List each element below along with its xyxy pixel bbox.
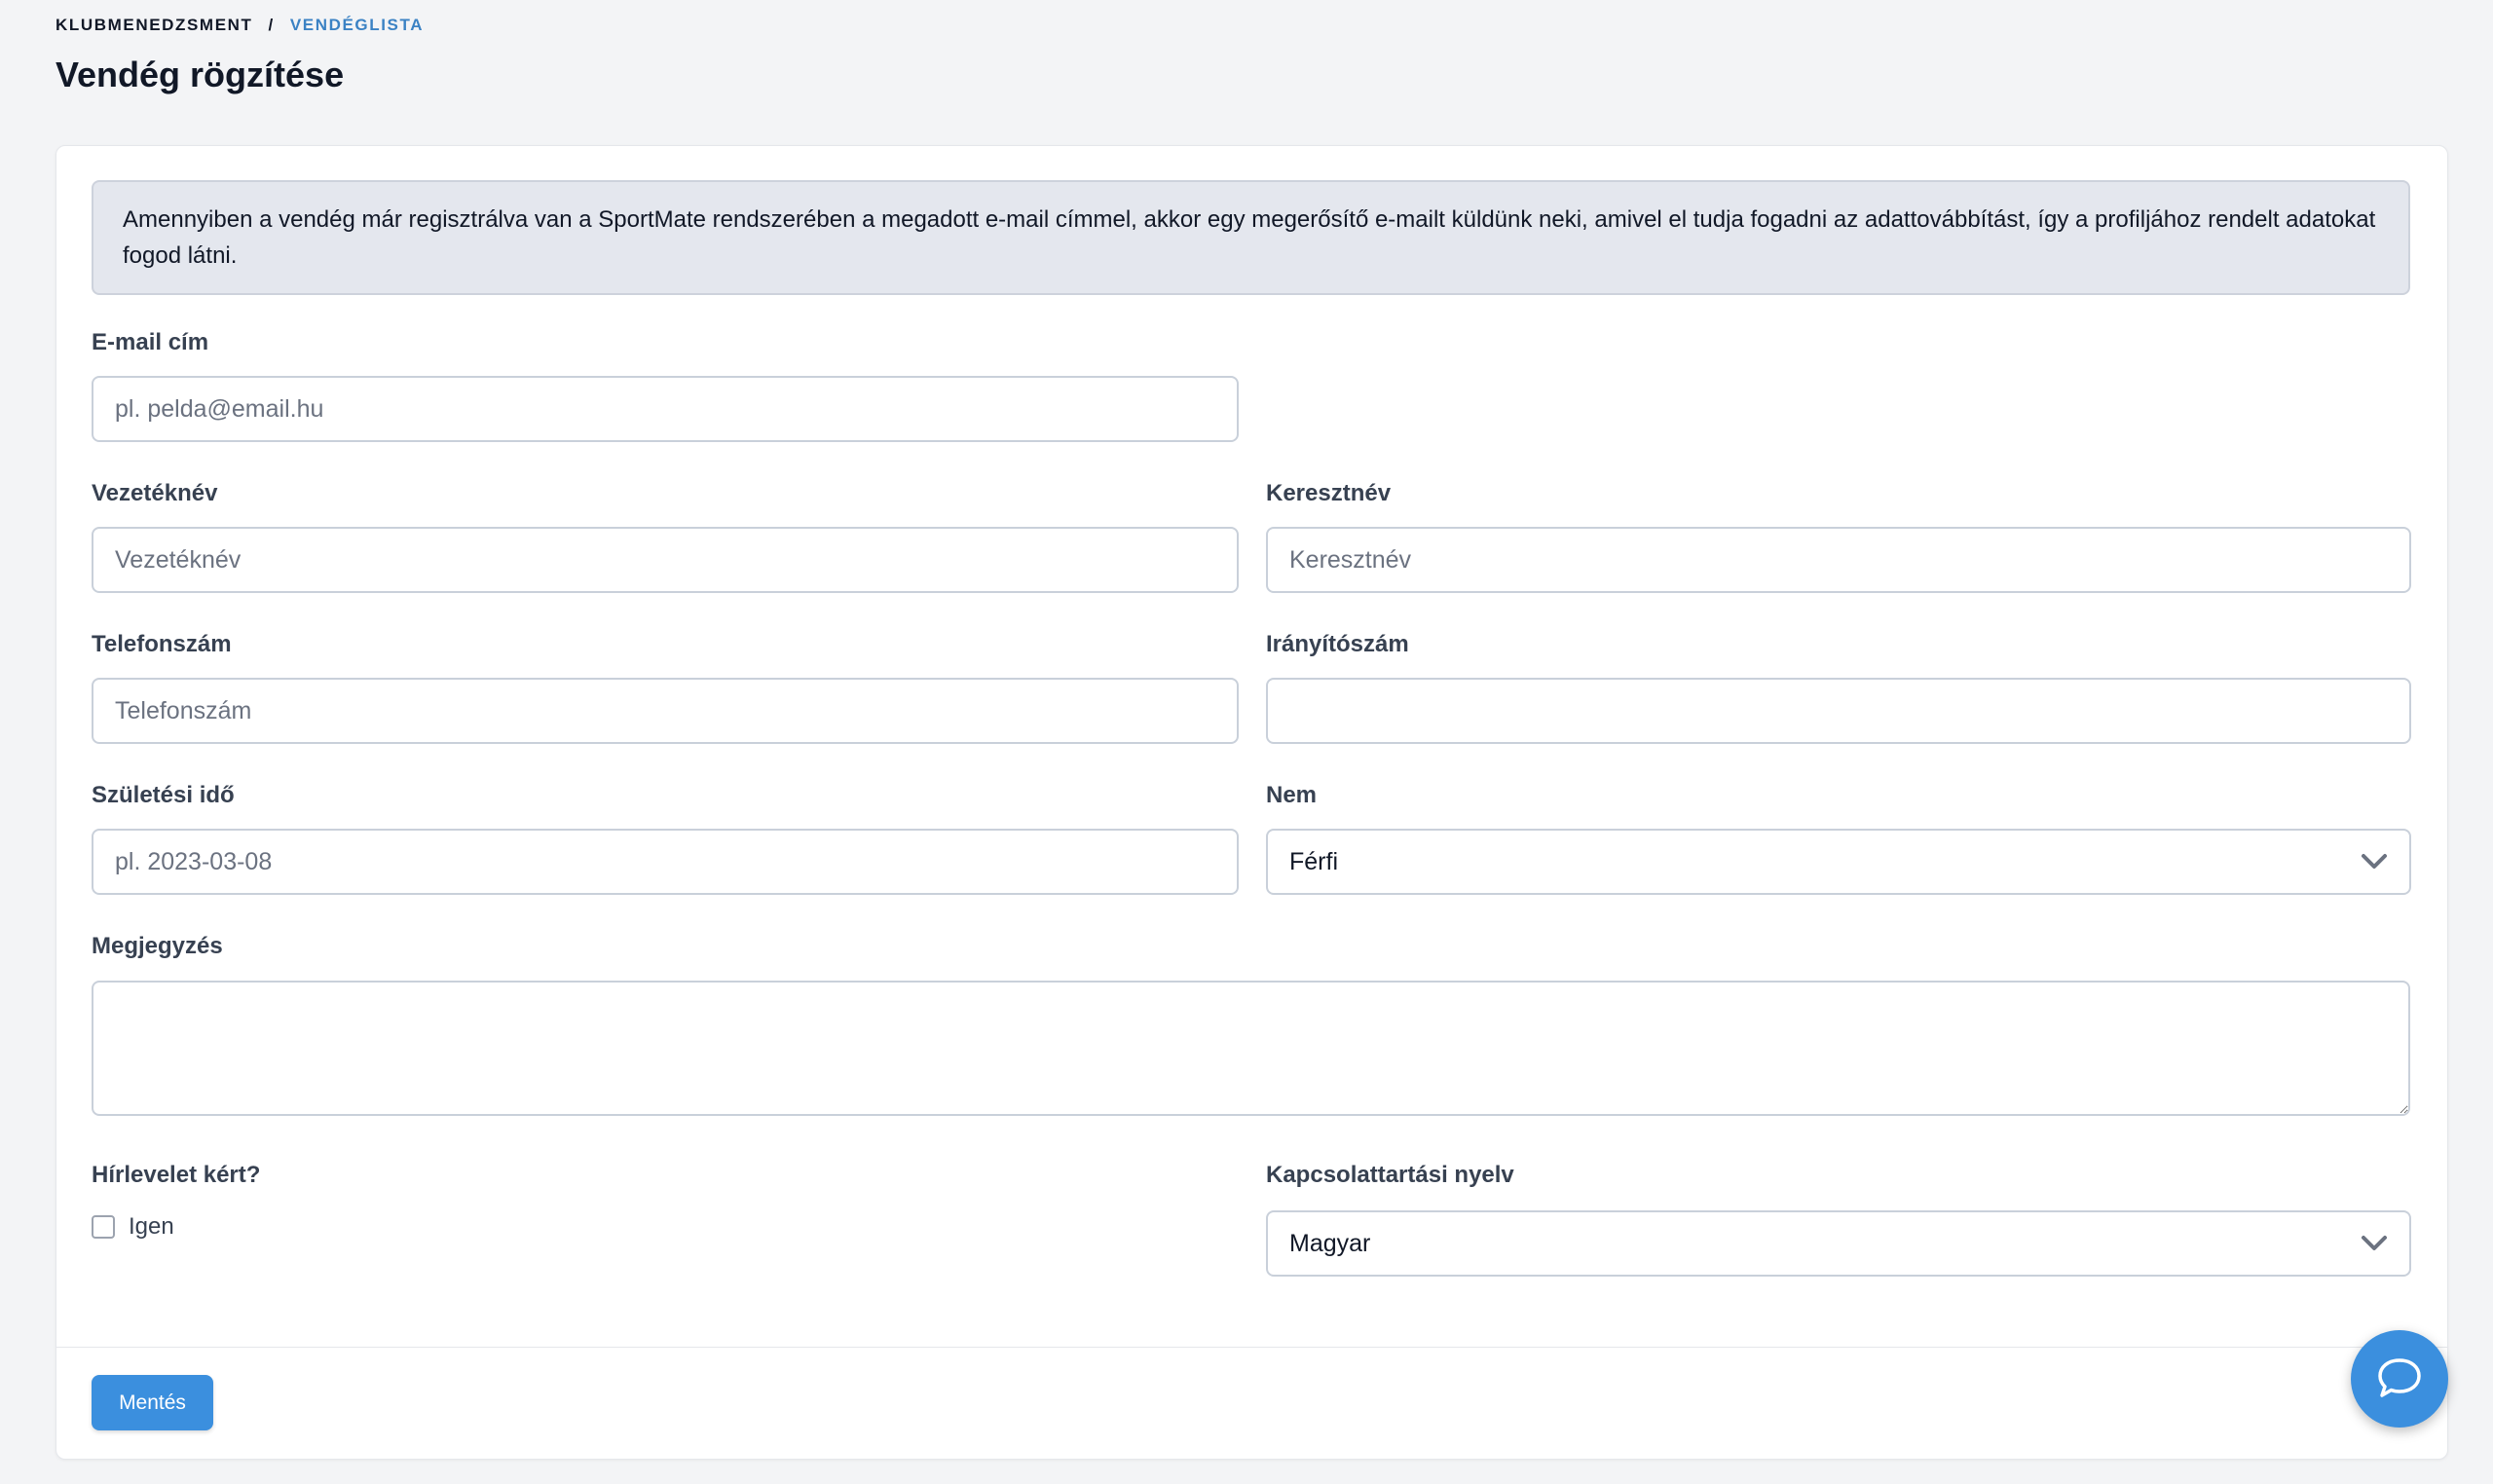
gender-label: Nem <box>1266 782 1318 808</box>
first-name-field[interactable] <box>1266 527 2411 593</box>
last-name-label: Vezetéknév <box>92 480 218 506</box>
newsletter-checkbox[interactable] <box>92 1215 115 1239</box>
breadcrumb-current[interactable]: VENDÉGLISTA <box>290 16 424 35</box>
language-selected-value: Magyar <box>1289 1229 1371 1257</box>
footer-divider <box>56 1347 2447 1348</box>
chat-bubble-icon <box>2378 1358 2421 1397</box>
guest-form-card: Amennyiben a vendég már regisztrálva van… <box>56 145 2448 1460</box>
email-field[interactable] <box>92 376 1239 442</box>
chevron-down-icon <box>2362 854 2387 869</box>
phone-field[interactable] <box>92 678 1239 744</box>
save-button[interactable]: Mentés <box>92 1375 213 1430</box>
language-select[interactable]: Magyar <box>1266 1210 2411 1277</box>
last-name-field[interactable] <box>92 527 1239 593</box>
email-label: E-mail cím <box>92 329 209 355</box>
birth-date-field[interactable] <box>92 829 1239 895</box>
breadcrumb-separator: / <box>268 16 275 34</box>
chevron-down-icon <box>2362 1236 2387 1250</box>
newsletter-label: Hírlevelet kért? <box>92 1162 261 1188</box>
newsletter-option[interactable]: Igen <box>92 1213 174 1241</box>
info-notice: Amennyiben a vendég már regisztrálva van… <box>92 180 2410 295</box>
first-name-label: Keresztnév <box>1266 480 1392 506</box>
note-textarea[interactable] <box>92 981 2410 1116</box>
breadcrumb-root[interactable]: KLUBMENEDZSMENT <box>56 16 253 35</box>
postal-code-field[interactable] <box>1266 678 2411 744</box>
postal-code-label: Irányítószám <box>1266 631 1409 657</box>
chat-button[interactable] <box>2351 1330 2448 1428</box>
language-label: Kapcsolattartási nyelv <box>1266 1162 1514 1188</box>
birth-date-label: Születési idő <box>92 782 235 808</box>
gender-selected-value: Férfi <box>1289 847 1338 875</box>
breadcrumb: KLUBMENEDZSMENT / VENDÉGLISTA <box>56 16 424 35</box>
phone-label: Telefonszám <box>92 631 232 657</box>
page-title: Vendég rögzítése <box>56 55 345 94</box>
gender-select[interactable]: Férfi <box>1266 829 2411 895</box>
newsletter-option-label[interactable]: Igen <box>129 1213 174 1241</box>
note-label: Megjegyzés <box>92 933 223 959</box>
